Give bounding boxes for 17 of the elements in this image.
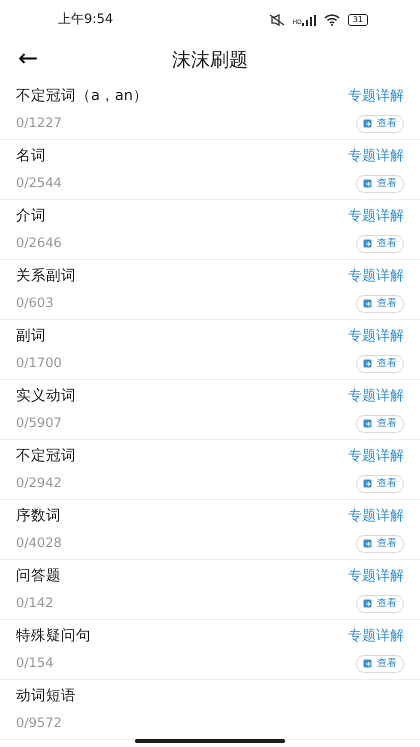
topic-name: 特殊疑问句	[16, 627, 91, 646]
topic-name: 名词	[16, 147, 47, 166]
topic-name: 关系副词	[16, 267, 76, 286]
topic-name: 实义动词	[16, 386, 76, 406]
status-time: 上午9:54	[58, 11, 114, 30]
topic-name: 副词	[16, 327, 47, 346]
topic-progress: 0/142	[16, 594, 54, 612]
topic-name: 介词	[16, 207, 47, 226]
page-title: 沫沫刷题	[172, 48, 248, 73]
topic-name: 动词短语	[16, 687, 76, 706]
topic-name: 问答题	[16, 567, 61, 586]
topic-name: 不定冠词（a，an）	[16, 86, 148, 106]
topic-name: 不定冠词	[16, 446, 76, 466]
battery-level: 31	[348, 14, 368, 26]
topic-name: 序数词	[16, 507, 62, 526]
topic-progress: 0/154	[16, 654, 54, 672]
topic-progress: 0/9572	[16, 714, 63, 732]
